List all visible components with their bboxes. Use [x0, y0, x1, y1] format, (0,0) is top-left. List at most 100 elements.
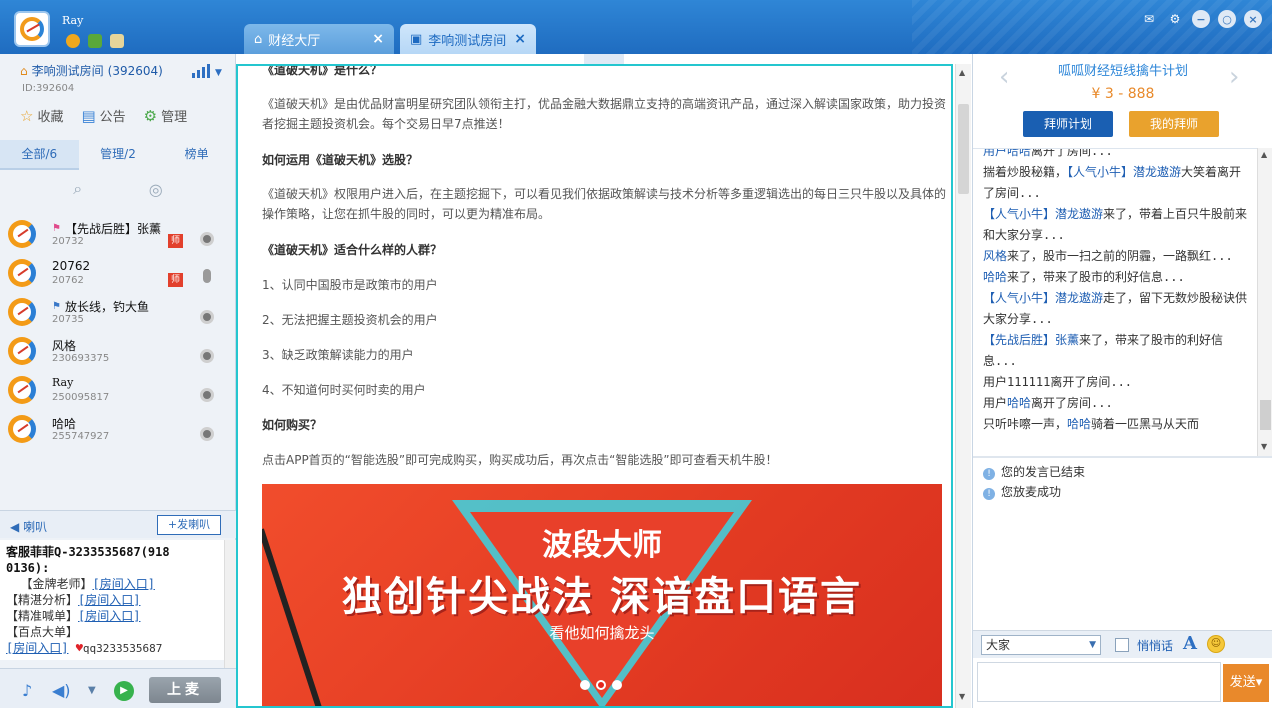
chat-message: 用户哈哈离开了房间...	[983, 149, 1249, 162]
chat-user[interactable]: 【先战后胜】张薰	[983, 333, 1079, 347]
heart-icon: ♥	[75, 641, 83, 655]
camera-icon[interactable]	[200, 349, 214, 363]
horn-sender-cont: 0136):	[6, 561, 50, 575]
chat-scrollbar[interactable]: ▲ ▼	[1257, 148, 1272, 456]
speaker-icon[interactable]: ◀)	[52, 681, 71, 700]
settings-gear-icon[interactable]: ⚙	[1166, 10, 1184, 28]
microphone-icon[interactable]	[203, 269, 211, 283]
my-apprentice-button[interactable]: 我的拜师	[1129, 111, 1219, 137]
camera-icon[interactable]	[200, 310, 214, 324]
search-icon[interactable]: ⌕	[73, 179, 82, 199]
scroll-down-icon[interactable]: ▼	[1261, 442, 1267, 451]
manage-button[interactable]: ⚙ 管理	[144, 106, 187, 126]
chat-user[interactable]: 【人气小牛】潜龙遨游	[1067, 165, 1181, 179]
carousel-dot-active[interactable]	[596, 680, 606, 690]
chat-user[interactable]: 风格	[983, 249, 1007, 263]
chat-message: 【先战后胜】张薰来了，带来了股市的利好信息...	[983, 330, 1249, 372]
chevron-down-icon: ▼	[1089, 640, 1096, 650]
scroll-up-icon[interactable]: ▲	[1261, 150, 1267, 159]
horn-seg: 【精湛分析】	[6, 593, 79, 607]
chat-user[interactable]: 【人气小牛】潜龙遨游	[983, 207, 1103, 221]
chat-user[interactable]: 【人气小牛】潜龙遨游	[983, 291, 1103, 305]
favorite-button[interactable]: ☆ 收藏	[20, 106, 64, 126]
tab-all[interactable]: 全部/6	[0, 140, 79, 170]
recipient-select[interactable]: 大家 ▼	[981, 635, 1101, 655]
chevron-down-icon[interactable]: ▼	[88, 685, 96, 696]
username: Ray	[62, 14, 84, 27]
user-row[interactable]: 20762 20762 师	[0, 253, 236, 292]
user-name: 哈哈	[52, 417, 77, 431]
close-icon[interactable]: ×	[514, 31, 526, 47]
emoji-icon[interactable]: ☺	[1207, 635, 1225, 653]
font-icon[interactable]: A	[1183, 633, 1197, 654]
room-entry-link[interactable]: [房间入口]	[6, 641, 68, 655]
star-icon: ☆	[20, 106, 34, 125]
close-window-button[interactable]: ×	[1244, 10, 1262, 28]
chat-user[interactable]: 用户哈哈	[983, 149, 1031, 158]
maximize-button[interactable]: ○	[1218, 10, 1236, 28]
scrollbar-thumb[interactable]	[1260, 400, 1271, 430]
carousel-dot[interactable]	[612, 680, 622, 690]
user-name-text: 【先战后胜】张薰	[64, 222, 161, 236]
tab-finance-hall[interactable]: ⌂ 财经大厅 ×	[244, 24, 394, 54]
notice-button[interactable]: ▤ 公告	[81, 106, 125, 126]
message-input[interactable]	[977, 662, 1221, 702]
send-button[interactable]: 发送▾	[1223, 664, 1269, 702]
tab-ranking[interactable]: 榜单	[157, 140, 236, 170]
tab-test-room[interactable]: ▣ 李响测试房间 ×	[400, 24, 536, 54]
microphone-icon[interactable]: ♪	[22, 681, 32, 700]
chat-user[interactable]: 哈哈	[1007, 396, 1031, 410]
tab-admins[interactable]: 管理/2	[79, 140, 158, 170]
scroll-up-icon[interactable]: ▲	[959, 68, 965, 77]
play-icon[interactable]: ▶	[114, 681, 134, 701]
user-row[interactable]: 风格 230693375	[0, 331, 236, 370]
mic-on-button[interactable]: 上麦	[149, 677, 221, 703]
system-messages: ! 您的发言已结束 ! 您放麦成功	[973, 456, 1272, 628]
user-row[interactable]: ⚑ 放长线，钓大鱼 20735	[0, 292, 236, 331]
user-row[interactable]: ⚑ 【先战后胜】张薰 20732 师	[0, 214, 236, 253]
mail-icon[interactable]: ✉	[1140, 10, 1158, 28]
scrollbar-thumb[interactable]	[958, 104, 969, 194]
horn-scrollbar[interactable]	[224, 540, 236, 668]
chat-message: 哈哈来了，带来了股市的利好信息...	[983, 267, 1249, 288]
room-entry-link[interactable]: [房间入口]	[78, 593, 140, 607]
article-scrollbar[interactable]: ▲ ▼	[955, 64, 971, 708]
recipient-value: 大家	[986, 638, 1011, 652]
camera-icon[interactable]	[200, 388, 214, 402]
send-horn-button[interactable]: +发喇叭	[157, 515, 221, 535]
carousel-dot[interactable]	[580, 680, 590, 690]
level-icon[interactable]	[88, 34, 102, 48]
chat-message: 用户111111离开了房间...	[983, 372, 1249, 393]
chat-message: 揣着炒股秘籍，【人气小牛】潜龙遨游大笑着离开了房间...	[983, 162, 1249, 204]
scroll-down-icon[interactable]: ▼	[959, 692, 965, 701]
close-icon[interactable]: ×	[372, 31, 384, 47]
signal-icon[interactable]: ▼	[192, 64, 222, 78]
room-entry-link[interactable]: [房间入口]	[92, 577, 154, 591]
collapse-handle[interactable]	[584, 54, 624, 64]
key-icon[interactable]	[110, 34, 124, 48]
user-row[interactable]: 哈哈 255747927	[0, 409, 236, 448]
whisper-checkbox[interactable]	[1115, 638, 1129, 652]
chat-user[interactable]: 哈哈	[983, 270, 1007, 284]
apprentice-plan-button[interactable]: 拜师计划	[1023, 111, 1113, 137]
chevron-right-icon[interactable]: ›	[1229, 62, 1239, 92]
right-panel: ‹ 呱呱财经短线擒牛计划 ¥ 3 - 888 › 拜师计划 我的拜师 用户哈哈离…	[972, 54, 1272, 708]
coin-icon[interactable]	[66, 34, 80, 48]
video-icon: ▣	[410, 31, 423, 47]
user-avatar[interactable]	[14, 11, 50, 47]
pink-flag-icon: ⚑	[52, 223, 61, 234]
camera-icon[interactable]	[200, 427, 214, 441]
user-list-tabs: 全部/6 管理/2 榜单	[0, 140, 236, 170]
user-row[interactable]: Ray 250095817	[0, 370, 236, 409]
chat-user[interactable]: 哈哈	[1067, 417, 1091, 431]
horn-seg: 【百点大单】	[6, 625, 79, 639]
whisper-label[interactable]: 悄悄话	[1137, 637, 1173, 654]
chat-text: 离开了房间...	[1031, 396, 1113, 410]
room-entry-link[interactable]: [房间入口]	[78, 609, 140, 623]
horn-icon: ◀	[10, 520, 20, 534]
favorite-label: 收藏	[37, 110, 64, 125]
minimize-button[interactable]: −	[1192, 10, 1210, 28]
camera-icon[interactable]	[200, 232, 214, 246]
broadcast-icon[interactable]: ◎	[149, 180, 163, 199]
promo-banner[interactable]: 波段大师 独创针尖战法 深谙盘口语言 看他如何擒龙头	[262, 484, 942, 706]
